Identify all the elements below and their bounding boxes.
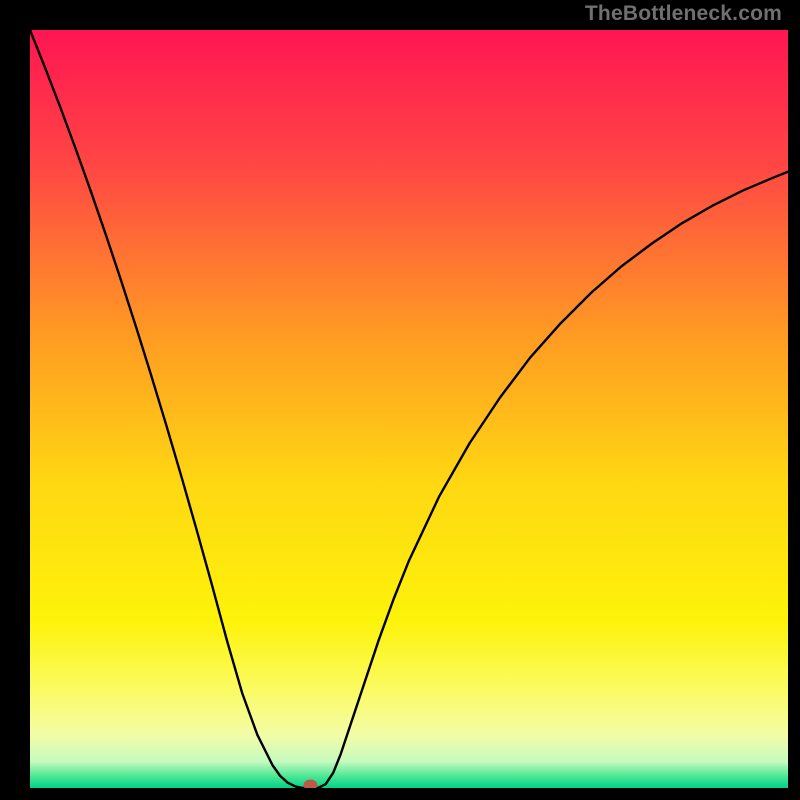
gradient-background bbox=[30, 30, 788, 788]
watermark-text: TheBottleneck.com bbox=[585, 2, 782, 26]
chart-frame: TheBottleneck.com bbox=[0, 0, 800, 800]
optimum-marker bbox=[303, 780, 317, 791]
bottleneck-chart bbox=[0, 0, 800, 800]
